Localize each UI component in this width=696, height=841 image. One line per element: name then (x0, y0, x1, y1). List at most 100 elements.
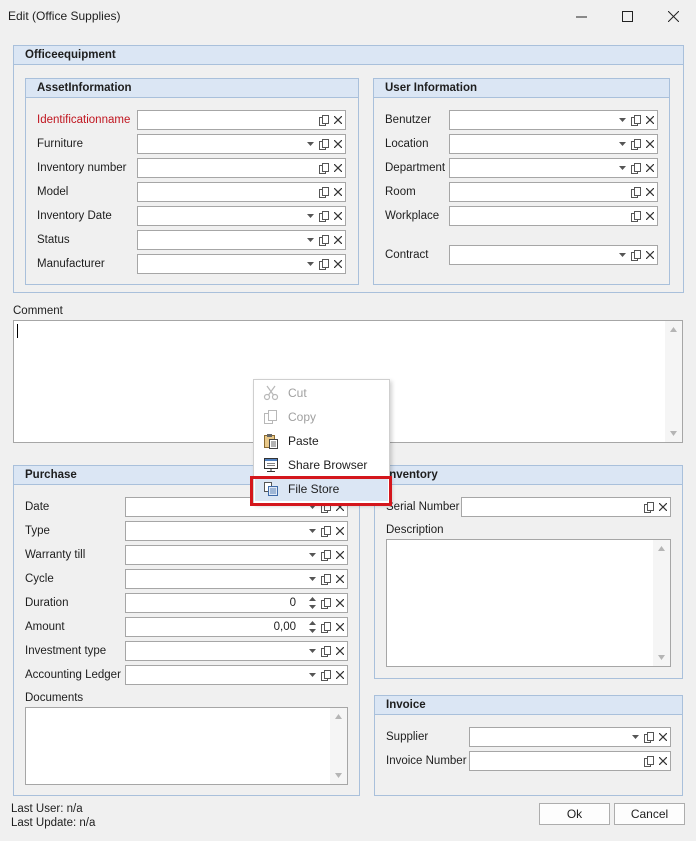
menu-item-paste[interactable]: Paste (255, 429, 388, 453)
manufacturer-field[interactable] (137, 254, 346, 274)
copy-value-icon[interactable] (317, 183, 331, 201)
chevron-down-icon[interactable] (303, 231, 317, 249)
copy-value-icon[interactable] (317, 135, 331, 153)
close-button[interactable] (650, 0, 696, 32)
clear-icon[interactable] (331, 231, 345, 249)
clear-icon[interactable] (333, 594, 347, 612)
status-field[interactable] (137, 230, 346, 250)
copy-value-icon[interactable] (317, 111, 331, 129)
accounting-ledger-field[interactable] (125, 665, 348, 685)
copy-value-icon[interactable] (629, 183, 643, 201)
spinner-icon[interactable] (305, 594, 319, 612)
chevron-down-icon[interactable] (615, 246, 629, 264)
chevron-down-icon[interactable] (615, 135, 629, 153)
copy-value-icon[interactable] (319, 522, 333, 540)
clear-icon[interactable] (331, 135, 345, 153)
chevron-down-icon[interactable] (305, 522, 319, 540)
chevron-down-icon[interactable] (303, 207, 317, 225)
inventory-date-field[interactable] (137, 206, 346, 226)
clear-icon[interactable] (333, 618, 347, 636)
clear-icon[interactable] (643, 207, 657, 225)
identificationname-field[interactable] (137, 110, 346, 130)
clear-icon[interactable] (333, 570, 347, 588)
copy-value-icon[interactable] (317, 207, 331, 225)
maximize-button[interactable] (604, 0, 650, 32)
clear-icon[interactable] (331, 183, 345, 201)
serial-number-field[interactable] (461, 497, 671, 517)
chevron-down-icon[interactable] (305, 570, 319, 588)
clear-icon[interactable] (333, 642, 347, 660)
type-field[interactable] (125, 521, 348, 541)
copy-value-icon[interactable] (642, 498, 656, 516)
description-textarea[interactable] (386, 539, 671, 667)
clear-icon[interactable] (656, 498, 670, 516)
clear-icon[interactable] (656, 728, 670, 746)
furniture-field[interactable] (137, 134, 346, 154)
chevron-down-icon[interactable] (615, 159, 629, 177)
clear-icon[interactable] (643, 159, 657, 177)
invoice-number-field[interactable] (469, 751, 671, 771)
copy-value-icon[interactable] (642, 752, 656, 770)
clear-icon[interactable] (643, 135, 657, 153)
documents-scrollbar[interactable] (330, 708, 347, 784)
cycle-field[interactable] (125, 569, 348, 589)
copy-value-icon[interactable] (317, 231, 331, 249)
room-field[interactable] (449, 182, 658, 202)
copy-value-icon[interactable] (319, 642, 333, 660)
amount-field[interactable]: 0,00 (125, 617, 348, 637)
clear-icon[interactable] (331, 111, 345, 129)
minimize-button[interactable] (558, 0, 604, 32)
copy-value-icon[interactable] (319, 618, 333, 636)
copy-value-icon[interactable] (319, 594, 333, 612)
clear-icon[interactable] (333, 546, 347, 564)
copy-value-icon[interactable] (642, 728, 656, 746)
location-field[interactable] (449, 134, 658, 154)
supplier-field[interactable] (469, 727, 671, 747)
copy-value-icon[interactable] (629, 246, 643, 264)
benutzer-field[interactable] (449, 110, 658, 130)
department-field[interactable] (449, 158, 658, 178)
clear-icon[interactable] (331, 207, 345, 225)
cancel-button[interactable]: Cancel (614, 803, 685, 825)
clear-icon[interactable] (643, 246, 657, 264)
clear-icon[interactable] (331, 255, 345, 273)
copy-value-icon[interactable] (319, 546, 333, 564)
warranty-till-field[interactable] (125, 545, 348, 565)
clear-icon[interactable] (656, 752, 670, 770)
menu-item-share-browser[interactable]: Share Browser (255, 453, 388, 477)
ok-button[interactable]: Ok (539, 803, 610, 825)
workplace-field[interactable] (449, 206, 658, 226)
chevron-down-icon[interactable] (305, 546, 319, 564)
menu-item-copy[interactable]: Copy (255, 405, 388, 429)
chevron-down-icon[interactable] (303, 255, 317, 273)
comment-scrollbar[interactable] (665, 321, 682, 442)
clear-icon[interactable] (333, 666, 347, 684)
model-field[interactable] (137, 182, 346, 202)
contract-field[interactable] (449, 245, 658, 265)
description-scrollbar[interactable] (653, 540, 670, 666)
menu-item-cut[interactable]: Cut (255, 381, 388, 405)
chevron-down-icon[interactable] (628, 728, 642, 746)
copy-value-icon[interactable] (629, 159, 643, 177)
spinner-icon[interactable] (305, 618, 319, 636)
chevron-down-icon[interactable] (305, 642, 319, 660)
clear-icon[interactable] (643, 183, 657, 201)
benutzer-label: Benutzer (385, 114, 432, 126)
chevron-down-icon[interactable] (303, 135, 317, 153)
documents-textarea[interactable] (25, 707, 348, 785)
clear-icon[interactable] (331, 159, 345, 177)
copy-value-icon[interactable] (317, 255, 331, 273)
clear-icon[interactable] (643, 111, 657, 129)
chevron-down-icon[interactable] (305, 666, 319, 684)
copy-value-icon[interactable] (319, 666, 333, 684)
chevron-down-icon[interactable] (615, 111, 629, 129)
clear-icon[interactable] (333, 522, 347, 540)
inventory-number-field[interactable] (137, 158, 346, 178)
copy-value-icon[interactable] (317, 159, 331, 177)
duration-field[interactable]: 0 (125, 593, 348, 613)
copy-value-icon[interactable] (629, 207, 643, 225)
investment-type-field[interactable] (125, 641, 348, 661)
copy-value-icon[interactable] (629, 135, 643, 153)
copy-value-icon[interactable] (319, 570, 333, 588)
copy-value-icon[interactable] (629, 111, 643, 129)
